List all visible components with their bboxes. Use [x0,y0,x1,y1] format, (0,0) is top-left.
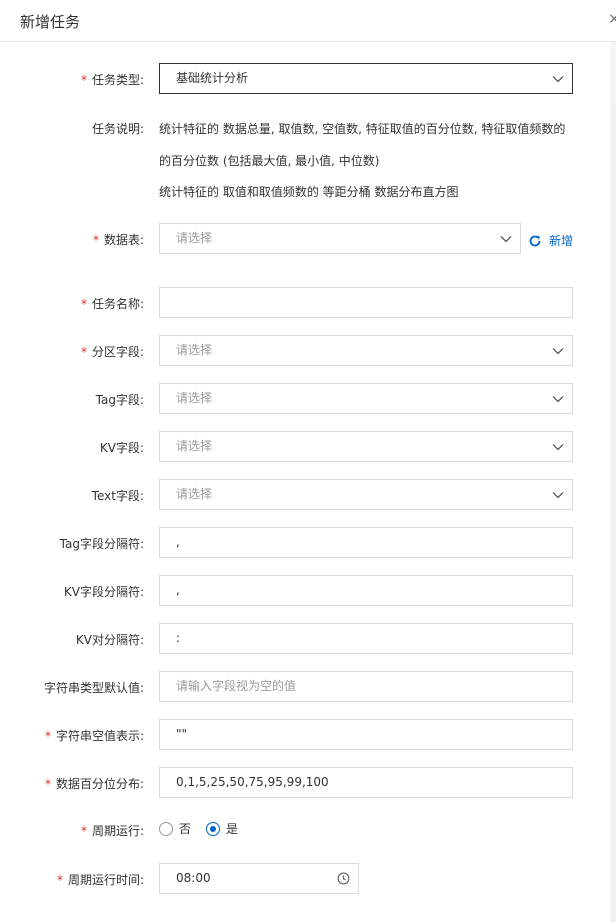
required-marker: * [44,729,51,743]
periodic-time-row: * 周期运行时间: 08:00 [0,863,610,894]
string-default-placeholder: 请输入字段视为空的值 [176,679,297,693]
tag-separator-input[interactable]: , [159,527,573,558]
scrollbar[interactable] [610,42,616,922]
task-name-row: * 任务名称: [0,287,610,318]
kv-separator-input[interactable]: , [159,575,573,606]
string-empty-label: * 字符串空值表示: [44,729,144,743]
task-desc-line-2: 的百分位数 (包括最大值, 最小值, 中位数) [159,154,380,168]
task-type-row: * 任务类型: 基础统计分析 [0,63,610,94]
kv-separator-label: KV字段分隔符: [63,585,144,599]
periodic-time-picker[interactable]: 08:00 [159,863,359,894]
kv-field-select[interactable]: 请选择 [159,431,573,462]
add-data-table-button[interactable]: 新增 [528,232,573,249]
periodic-option-yes[interactable]: 是 [206,820,238,837]
kv-pair-separator-row: KV对分隔符: : [0,623,610,654]
chevron-down-icon [552,396,564,403]
partition-field-row: * 分区字段: 请选择 [0,335,610,366]
task-desc-label: 任务说明: [91,122,144,136]
kv-field-row: KV字段: 请选择 [0,431,610,462]
kv-field-placeholder: 请选择 [176,439,213,453]
task-type-label: * 任务类型: [80,73,144,87]
dialog-header: 新增任务 × [0,0,616,42]
data-table-label: * 数据表: [92,233,144,247]
chevron-down-icon [552,444,564,451]
tag-field-label: Tag字段: [95,393,144,407]
periodic-option-no-label: 否 [179,822,192,836]
periodic-time-label: * 周期运行时间: [56,873,144,887]
periodic-option-no[interactable]: 否 [159,820,191,837]
required-marker: * [80,73,87,87]
text-field-select[interactable]: 请选择 [159,479,573,510]
kv-field-label: KV字段: [99,441,144,455]
task-name-input[interactable] [159,287,573,318]
periodic-row: * 周期运行: [0,820,610,840]
kv-pair-separator-label: KV对分隔符: [75,633,144,647]
percentile-row: * 数据百分位分布: 0,1,5,25,50,75,95,99,100 [0,767,610,798]
task-type-value: 基础统计分析 [176,71,249,85]
tag-separator-row: Tag字段分隔符: , [0,527,610,558]
required-marker: * [80,824,87,838]
add-label: 新增 [549,234,574,248]
data-table-select[interactable]: 请选择 [159,223,521,254]
radio-checked-icon[interactable] [206,821,221,836]
data-table-row: * 数据表: 请选择 [0,223,610,254]
percentile-input[interactable]: 0,1,5,25,50,75,95,99,100 [159,767,573,798]
clock-icon [337,872,350,885]
string-empty-input[interactable]: "" [159,719,573,750]
refresh-icon [529,235,541,246]
kv-pair-separator-input[interactable]: : [159,623,573,654]
partition-field-select[interactable]: 请选择 [159,335,573,366]
required-marker: * [56,873,63,887]
data-table-placeholder: 请选择 [176,231,213,245]
text-field-placeholder: 请选择 [176,487,213,501]
dialog-title: 新增任务 [20,13,81,31]
partition-field-label: * 分区字段: [80,345,144,359]
text-field-row: Text字段: 请选择 [0,479,610,510]
close-button[interactable]: × [608,11,616,27]
partition-field-placeholder: 请选择 [176,343,213,357]
string-default-row: 字符串类型默认值: 请输入字段视为空的值 [0,671,610,702]
chevron-down-icon [500,236,512,243]
required-marker: * [80,345,87,359]
required-marker: * [80,297,87,311]
required-marker: * [92,233,99,247]
tag-field-select[interactable]: 请选择 [159,383,573,414]
periodic-radio-group: 否 是 [159,820,253,837]
task-desc-row: 任务说明: 统计特征的 数据总量, 取值数, 空值数, 特征取值的百分位数, 特… [0,118,610,199]
percentile-label: * 数据百分位分布: [44,777,144,791]
tag-field-placeholder: 请选择 [176,391,213,405]
periodic-option-yes-label: 是 [226,822,239,836]
chevron-down-icon [552,76,564,83]
string-default-input[interactable]: 请输入字段视为空的值 [159,671,573,702]
add-task-dialog: 新增任务 × * 任务类型: 基础统计分析 任务说明: 统计特征的 数据总量, 取… [0,0,616,922]
tag-field-row: Tag字段: 请选择 [0,383,610,414]
task-desc-line-1: 统计特征的 数据总量, 取值数, 空值数, 特征取值的百分位数, 特征取值频数的 [159,122,566,136]
radio-unchecked-icon[interactable] [159,821,173,836]
task-type-select[interactable]: 基础统计分析 [159,63,573,94]
task-desc-line-3: 统计特征的 取值和取值频数的 等距分桶 数据分布直方图 [159,185,459,199]
task-name-label: * 任务名称: [80,297,144,311]
periodic-time-value: 08:00 [176,871,211,885]
periodic-label: * 周期运行: [80,824,144,838]
required-marker: * [44,777,51,791]
string-default-label: 字符串类型默认值: [43,681,144,695]
text-field-label: Text字段: [91,489,144,503]
string-empty-row: * 字符串空值表示: "" [0,719,610,750]
chevron-down-icon [552,492,564,499]
chevron-down-icon [552,348,564,355]
scrollbar-thumb[interactable] [610,104,616,922]
tag-separator-label: Tag字段分隔符: [59,537,144,551]
kv-separator-row: KV字段分隔符: , [0,575,610,606]
